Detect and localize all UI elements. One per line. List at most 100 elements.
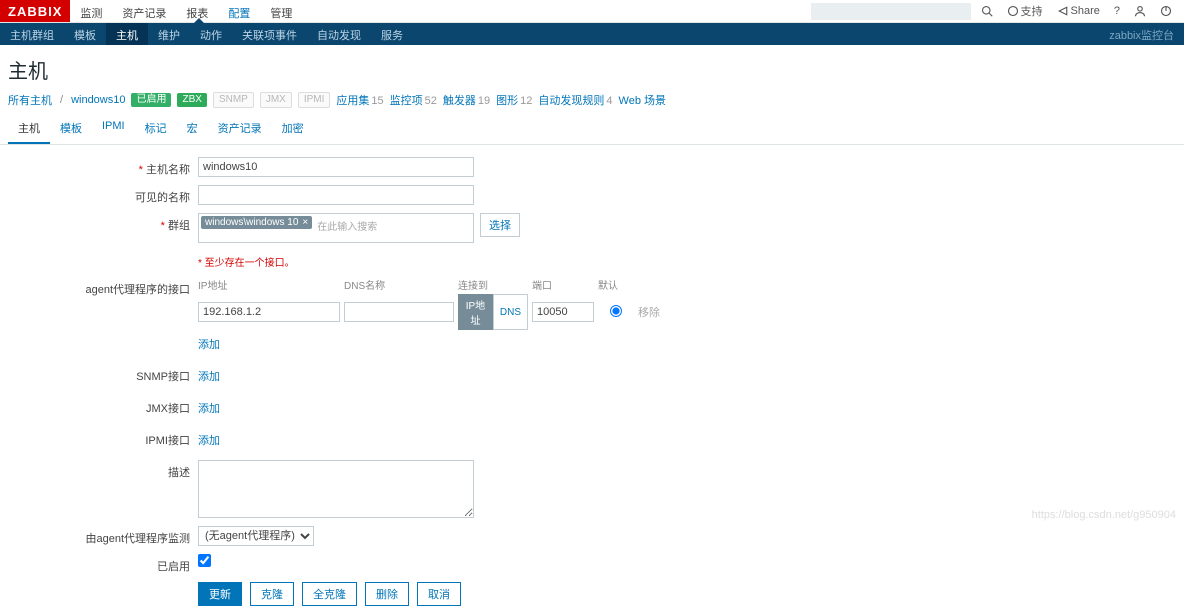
delete-button[interactable]: 删除 — [365, 582, 409, 606]
tab-host[interactable]: 主机 — [8, 114, 50, 144]
clone-button[interactable]: 克隆 — [250, 582, 294, 606]
avail-ipmi: IPMI — [298, 92, 331, 108]
user-icon[interactable] — [1130, 5, 1150, 17]
crumb-host[interactable]: windows10 — [71, 94, 125, 106]
form-buttons: 更新 克隆 全克隆 删除 取消 — [198, 582, 1176, 606]
subnav-correlation[interactable]: 关联项事件 — [232, 23, 307, 45]
counter-apps[interactable]: 应用集15 — [336, 92, 383, 108]
ipmi-add-link[interactable]: 添加 — [198, 428, 220, 452]
agent-dns-input[interactable] — [344, 302, 454, 322]
subnav-maintenance[interactable]: 维护 — [148, 23, 190, 45]
subnav-hosts[interactable]: 主机 — [106, 23, 148, 45]
groups-multiselect[interactable]: windows\windows 10 × 在此输入搜索 — [198, 213, 474, 243]
topnav-admin[interactable]: 管理 — [260, 0, 302, 22]
form-tabs: 主机 模板 IPMI 标记 宏 资产记录 加密 — [0, 114, 1184, 145]
topnav-monitor[interactable]: 监测 — [70, 0, 112, 22]
page-title: 主机 — [0, 45, 1184, 92]
label-enabled: 已启用 — [8, 554, 198, 574]
agent-ip-input[interactable] — [198, 302, 340, 322]
connect-ip-button[interactable]: IP地址 — [458, 294, 493, 330]
label-ipmi: IPMI接口 — [8, 428, 198, 448]
label-visiblename: 可见的名称 — [8, 185, 198, 205]
agent-port-input[interactable] — [532, 302, 594, 322]
subnav-templates[interactable]: 模板 — [64, 23, 106, 45]
tab-templates[interactable]: 模板 — [50, 114, 92, 144]
hdr-port: 端口 — [532, 277, 594, 294]
hdr-dns: DNS名称 — [344, 277, 454, 294]
jmx-add-link[interactable]: 添加 — [198, 396, 220, 420]
cancel-button[interactable]: 取消 — [417, 582, 461, 606]
host-form: 主机名称 可见的名称 群组 windows\windows 10 × 在此输入搜… — [0, 145, 1184, 614]
share-link[interactable]: Share — [1053, 5, 1104, 17]
agent-connect-seg: IP地址 DNS — [458, 294, 528, 330]
label-groups: 群组 — [8, 213, 198, 233]
update-button[interactable]: 更新 — [198, 582, 242, 606]
tab-inventory[interactable]: 资产记录 — [208, 114, 272, 144]
avail-zbx: ZBX — [177, 93, 206, 107]
crumb-sep — [58, 94, 65, 106]
hdr-connect: 连接到 — [458, 277, 528, 294]
label-snmp: SNMP接口 — [8, 364, 198, 384]
group-tag: windows\windows 10 × — [201, 216, 312, 229]
topnav-config[interactable]: 配置 — [218, 0, 260, 22]
snmp-add-link[interactable]: 添加 — [198, 364, 220, 388]
zabbix-console-link[interactable]: zabbix监控台 — [1099, 23, 1184, 45]
group-tag-label: windows\windows 10 — [205, 217, 298, 228]
support-link[interactable]: 支持 — [1003, 3, 1047, 19]
status-badge: 已启用 — [131, 93, 171, 107]
crumb-allhosts[interactable]: 所有主机 — [8, 92, 52, 108]
tab-encryption[interactable]: 加密 — [272, 114, 314, 144]
label-hostname: 主机名称 — [8, 157, 198, 177]
subnav-discovery[interactable]: 自动发现 — [307, 23, 371, 45]
hdr-ip: IP地址 — [198, 277, 340, 294]
tab-ipmi[interactable]: IPMI — [92, 114, 135, 144]
visiblename-input[interactable] — [198, 185, 474, 205]
counter-discovery[interactable]: 自动发现规则4 — [538, 92, 612, 108]
subnav-actions[interactable]: 动作 — [190, 23, 232, 45]
counter-graphs[interactable]: 图形12 — [496, 92, 532, 108]
label-agent: agent代理程序的接口 — [8, 277, 198, 297]
topnav-active-indicator — [194, 18, 204, 23]
breadcrumb: 所有主机 windows10 已启用 ZBX SNMP JMX IPMI 应用集… — [0, 92, 1184, 114]
description-textarea[interactable] — [198, 460, 474, 518]
logo: ZABBIX — [0, 0, 70, 22]
tab-macros[interactable]: 宏 — [177, 114, 208, 144]
avail-snmp: SNMP — [213, 92, 254, 108]
toptools: 支持 Share ? — [811, 0, 1184, 22]
groups-select-button[interactable]: 选择 — [480, 213, 520, 237]
watermark: https://blog.csdn.net/g950904 — [1032, 509, 1176, 521]
label-description: 描述 — [8, 460, 198, 480]
counter-items[interactable]: 监控项52 — [390, 92, 437, 108]
share-label: Share — [1071, 5, 1100, 17]
hostname-input[interactable] — [198, 157, 474, 177]
subbar: 主机群组 模板 主机 维护 动作 关联项事件 自动发现 服务 zabbix监控台 — [0, 23, 1184, 45]
agent-remove-link[interactable]: 移除 — [638, 304, 674, 320]
group-tag-remove[interactable]: × — [302, 217, 308, 228]
counter-web[interactable]: Web 场景 — [619, 92, 668, 108]
agent-add-link[interactable]: 添加 — [198, 332, 674, 356]
proxy-select[interactable]: (无agent代理程序) — [198, 526, 314, 546]
hdr-default: 默认 — [598, 277, 634, 294]
subnav-hostgroups[interactable]: 主机群组 — [0, 23, 64, 45]
label-jmx: JMX接口 — [8, 396, 198, 416]
search-input[interactable] — [811, 3, 971, 20]
help-icon[interactable]: ? — [1110, 5, 1124, 17]
enabled-checkbox[interactable] — [198, 554, 211, 567]
subnav-services[interactable]: 服务 — [371, 23, 413, 45]
topbar: ZABBIX 监测 资产记录 报表 配置 管理 支持 Share ? — [0, 0, 1184, 23]
topnav-inventory[interactable]: 资产记录 — [112, 0, 176, 22]
label-proxy: 由agent代理程序监测 — [8, 526, 198, 546]
interface-hint: 至少存在一个接口。 — [198, 251, 295, 269]
support-label: 支持 — [1021, 3, 1043, 19]
topnav: 监测 资产记录 报表 配置 管理 — [70, 0, 302, 22]
fullclone-button[interactable]: 全克隆 — [302, 582, 357, 606]
groups-placeholder: 在此输入搜索 — [315, 216, 379, 235]
avail-jmx: JMX — [260, 92, 292, 108]
agent-interface-table: IP地址 DNS名称 连接到 端口 默认 IP地址 DNS 移除 — [198, 277, 674, 330]
search-icon[interactable] — [977, 5, 997, 17]
tab-tags[interactable]: 标记 — [135, 114, 177, 144]
connect-dns-button[interactable]: DNS — [493, 294, 528, 330]
power-icon[interactable] — [1156, 5, 1176, 17]
agent-default-radio[interactable] — [610, 305, 622, 317]
counter-triggers[interactable]: 触发器19 — [443, 92, 490, 108]
